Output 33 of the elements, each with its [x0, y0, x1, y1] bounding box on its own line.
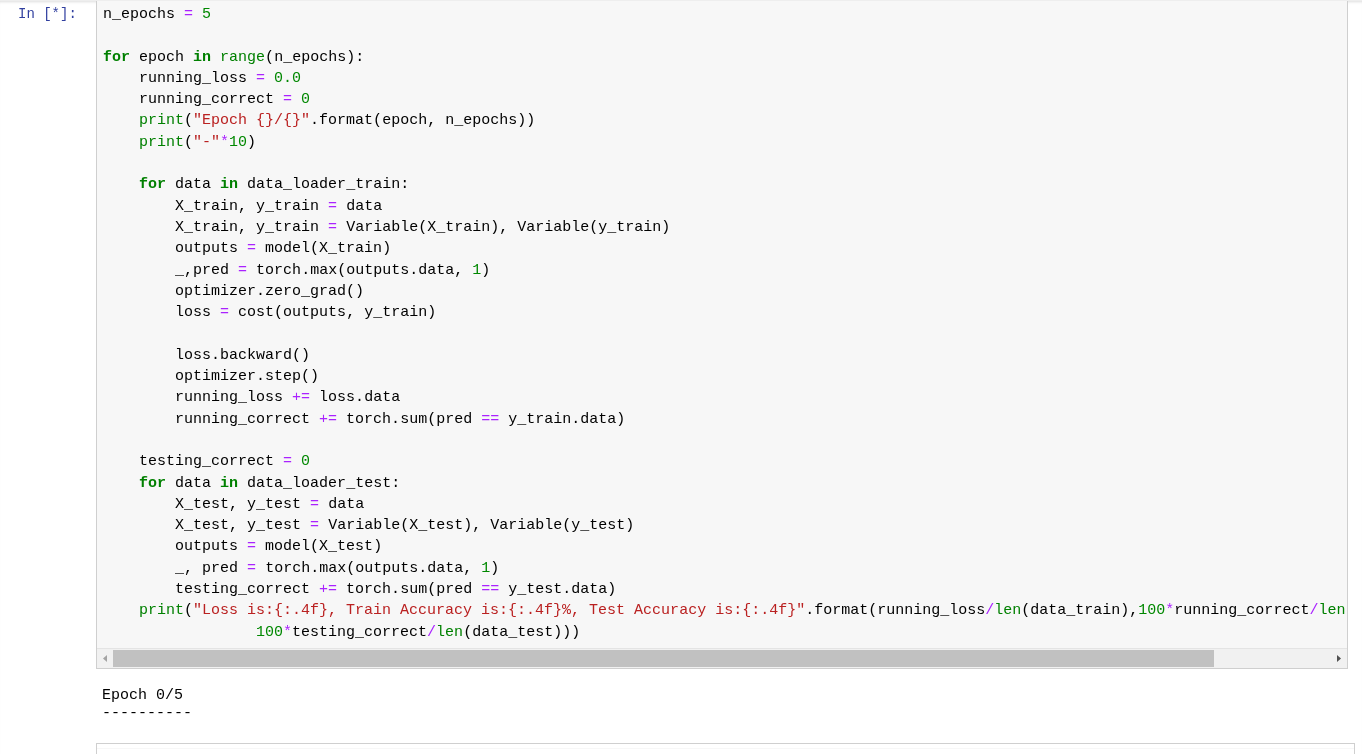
code-line: X_train, y_train = Variable(X_train), Variable(y_train) [174, 218, 671, 236]
code-line: print("-"*10) [138, 133, 257, 151]
code-line: running_correct += torch.sum(pred == y_train.data) [174, 410, 626, 428]
code-line: testing_correct += torch.sum(pred == y_test.data) [174, 581, 617, 598]
code-line: outputs = model(X_test) [174, 538, 383, 556]
code-line: n_epochs = 5 [103, 6, 212, 23]
code-line: print("Epoch {}/{}".format(epoch, n_epochs)) [138, 112, 536, 130]
code-line: testing_correct = 0 [138, 453, 311, 471]
code-line: running_correct = 0 [138, 91, 311, 109]
horizontal-scrollbar[interactable] [97, 648, 1347, 668]
code-line: running_loss = 0.0 [138, 69, 302, 87]
code-line: outputs = model(X_train) [174, 240, 392, 258]
code-line: _,pred = torch.max(outputs.data, 1) [174, 261, 491, 279]
code-line: 100*testing_correct/len(data_test))) [255, 623, 581, 641]
code-line: for data in data_loader_test: [138, 474, 401, 492]
code-line: X_train, y_train = data [174, 197, 383, 215]
code-cell[interactable] [96, 1, 1348, 669]
code-line: X_test, y_test = Variable(X_test), Variable(y_test) [174, 517, 635, 535]
code-line: loss = cost(outputs, y_train) [174, 304, 437, 322]
output-text: Epoch 0/5 [102, 687, 183, 705]
code-line: for data in data_loader_train: [138, 176, 410, 194]
code-line: for epoch in range(n_epochs): [103, 48, 365, 66]
code-line: running_loss += loss.data [174, 389, 401, 407]
code-line: _, pred = torch.max(outputs.data, 1) [174, 559, 500, 577]
code-line: X_test, y_test = data [174, 495, 365, 513]
code-line: print("Loss is:{:.4f}, Train Accuracy is:{:.4f}%, Test Accuracy is:{:.4f}".format(running_loss/len(data_train),100*running_correct/len [138, 602, 1346, 620]
empty-code-cell[interactable] [96, 743, 1355, 754]
code-line: optimizer.step() [174, 368, 320, 386]
code-line: optimizer.zero_grad() [174, 282, 365, 300]
input-prompt: In [*]: [17, 5, 78, 24]
scrollbar-thumb[interactable] [113, 650, 1214, 667]
output-text: ---------- [102, 705, 192, 723]
code-line: loss.backward() [174, 346, 311, 364]
